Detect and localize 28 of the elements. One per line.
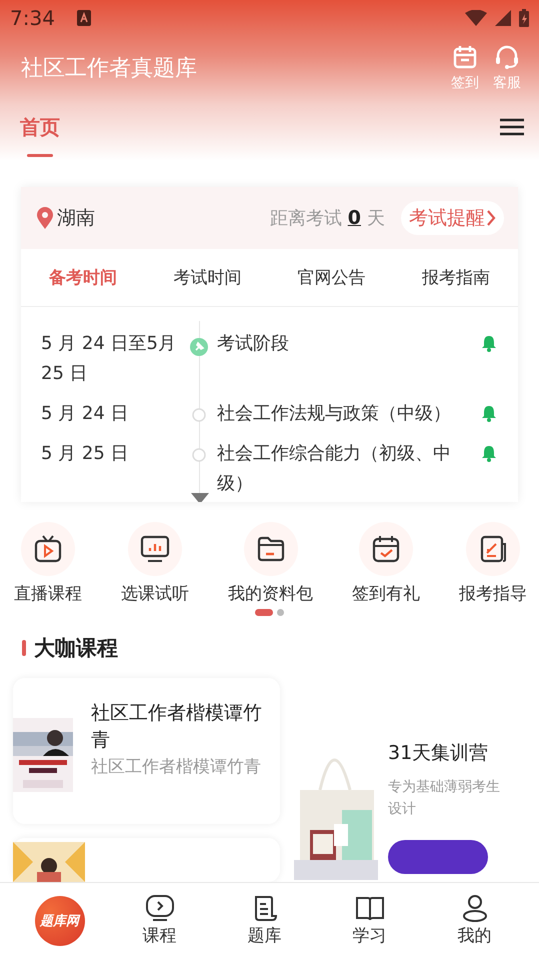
status-time: 7:34 bbox=[10, 6, 55, 30]
exam-tab[interactable]: 官网公告 bbox=[292, 265, 372, 290]
exam-reminder-button[interactable]: 考试提醒 bbox=[401, 201, 504, 236]
nav-tab[interactable]: 题库 bbox=[234, 894, 294, 947]
countdown-unit: 天 bbox=[367, 207, 385, 230]
timeline-event: 社会工作综合能力（初级、中级） bbox=[217, 442, 452, 496]
shortcut-button[interactable]: 我的资料包 bbox=[228, 522, 313, 605]
timeline-date: 5 月 24 日至5月 25 日 bbox=[41, 332, 177, 386]
countdown-value: 0 bbox=[348, 207, 361, 230]
course-card[interactable]: 社区工作者楷模谭竹青 社区工作者楷模谭竹青 bbox=[13, 678, 280, 824]
timeline-event: 考试阶段 bbox=[217, 332, 290, 356]
promo-title: 31天集训营 bbox=[388, 741, 490, 766]
exam-tab[interactable]: 报考指南 bbox=[416, 265, 496, 290]
promo-description: 专为基础薄弱考生设计 bbox=[388, 778, 501, 819]
nav-tab[interactable]: 我的 bbox=[444, 894, 504, 947]
section-title: 大咖课程 bbox=[34, 635, 118, 662]
timeline-date: 5 月 24 日 bbox=[41, 402, 130, 426]
nav-tab[interactable]: 课程 bbox=[130, 894, 190, 947]
exam-tab[interactable]: 考试时间 bbox=[167, 265, 248, 290]
timeline-date: 5 月 25 日 bbox=[41, 442, 130, 466]
countdown-label: 距离考试 bbox=[270, 207, 342, 230]
timeline-event: 社会工作法规与政策（中级） bbox=[217, 402, 452, 426]
region-label: 湖南 bbox=[57, 206, 95, 232]
course-title: 社区工作者楷模谭竹青 bbox=[91, 701, 263, 753]
exam-tab[interactable]: 备考时间 bbox=[43, 265, 124, 290]
nav-tab[interactable]: 学习 bbox=[340, 894, 400, 947]
app-title: 社区工作者真题库 bbox=[21, 55, 198, 83]
course-subtitle: 社区工作者楷模谭竹青 bbox=[91, 756, 262, 779]
